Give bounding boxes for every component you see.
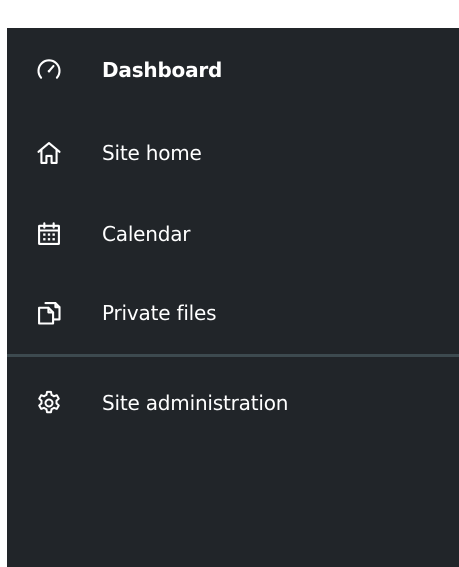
nav-item-site-home[interactable]: Site home [7, 126, 459, 180]
home-icon [35, 139, 63, 167]
nav-divider [7, 354, 459, 357]
nav-item-label: Calendar [102, 222, 191, 246]
nav-item-calendar[interactable]: Calendar [7, 207, 459, 261]
nav-item-label: Dashboard [102, 58, 223, 82]
page-top-strip [0, 0, 459, 28]
nav-item-private-files[interactable]: Private files [7, 286, 459, 340]
nav-drawer: Dashboard Site home Calendar Private fil… [7, 28, 459, 567]
dashboard-icon [35, 56, 63, 84]
gear-icon [35, 389, 63, 417]
calendar-icon [35, 220, 63, 248]
nav-item-dashboard[interactable]: Dashboard [7, 43, 459, 97]
nav-item-label: Private files [102, 301, 217, 325]
nav-item-label: Site administration [102, 391, 289, 415]
nav-item-label: Site home [102, 141, 202, 165]
nav-item-site-administration[interactable]: Site administration [7, 376, 459, 430]
files-icon [35, 299, 63, 327]
